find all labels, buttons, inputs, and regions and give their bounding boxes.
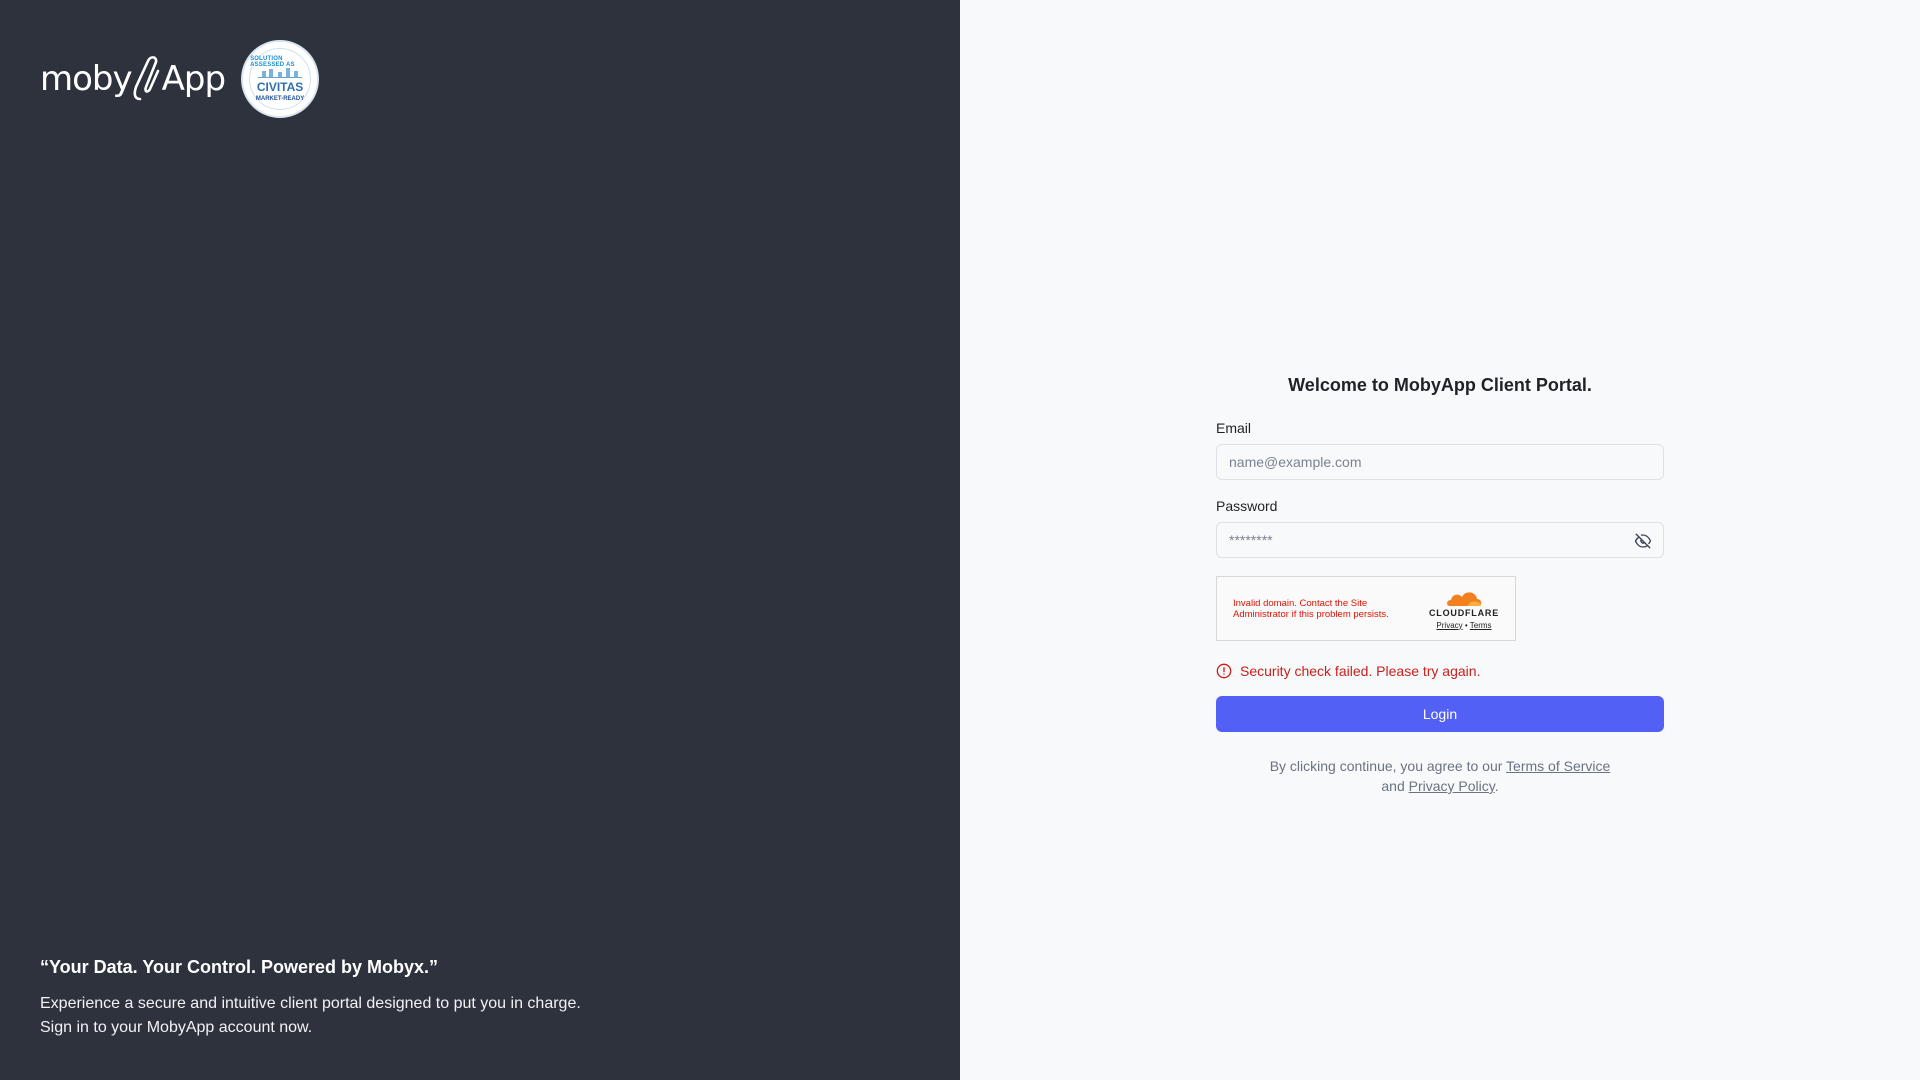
- login-button[interactable]: Login: [1216, 696, 1664, 732]
- page-title: Welcome to MobyApp Client Portal.: [1288, 375, 1592, 395]
- badge-top-text: SOLUTION ASSESSED AS: [250, 56, 295, 68]
- email-field-group: Email: [1216, 420, 1664, 480]
- email-input[interactable]: [1216, 444, 1664, 480]
- paperclip-logo-icon: [133, 56, 159, 101]
- mobyapp-logo: moby App: [40, 53, 226, 105]
- tagline-description-line2: Sign in to your MobyApp account now.: [40, 1019, 313, 1036]
- tagline-quote: “Your Data. Your Control. Powered by Mob…: [40, 957, 439, 977]
- cloudflare-branding: CLOUDFLARE Privacy • Terms: [1429, 588, 1499, 630]
- cloudflare-cloud-icon: [1447, 591, 1482, 606]
- cloudflare-wordmark: CLOUDFLARE: [1429, 607, 1499, 618]
- password-input[interactable]: [1216, 522, 1664, 558]
- cloudflare-captcha-widget[interactable]: Invalid domain. Contact the Site Adminis…: [1216, 576, 1516, 641]
- tagline-block: “Your Data. Your Control. Powered by Mob…: [40, 957, 581, 1040]
- legal-notice: By clicking continue, you agree to our T…: [1216, 756, 1664, 796]
- cloudflare-link-separator: •: [1464, 620, 1468, 630]
- tagline-description-line1: Experience a secure and intuitive client…: [40, 995, 581, 1012]
- cloudflare-links: Privacy • Terms: [1436, 621, 1491, 630]
- email-label: Email: [1216, 420, 1252, 436]
- cloudflare-privacy-link[interactable]: Privacy: [1436, 621, 1462, 630]
- terms-of-service-link[interactable]: Terms of Service: [1506, 758, 1610, 774]
- security-error-text: Security check failed. Please try again.: [1240, 663, 1481, 679]
- eye-off-icon[interactable]: [1634, 532, 1652, 550]
- badge-skyline-icon: [258, 68, 303, 78]
- cloudflare-terms-link[interactable]: Terms: [1470, 621, 1492, 630]
- password-label: Password: [1216, 498, 1278, 514]
- login-form: Welcome to MobyApp Client Portal. Email …: [1216, 375, 1664, 796]
- logo-text-moby: moby: [40, 59, 133, 99]
- captcha-error-message: Invalid domain. Contact the Site Adminis…: [1233, 597, 1389, 620]
- alert-circle-icon: [1216, 663, 1232, 679]
- password-field-group: Password: [1216, 498, 1664, 558]
- brand-panel: moby App SOLUTION ASSESSED AS CIVITAS MA…: [0, 0, 960, 1080]
- legal-prefix: By clicking continue, you agree to our: [1269, 758, 1503, 774]
- security-error: Security check failed. Please try again.: [1216, 663, 1664, 679]
- privacy-policy-link[interactable]: Privacy Policy: [1409, 778, 1495, 794]
- badge-bottom-text: MARKET-READY: [255, 96, 305, 102]
- login-panel: Welcome to MobyApp Client Portal. Email …: [960, 0, 1920, 1080]
- tagline-description: Experience a secure and intuitive client…: [40, 992, 581, 1040]
- legal-middle: and: [1381, 778, 1405, 794]
- brand-header: moby App SOLUTION ASSESSED AS CIVITAS MA…: [40, 40, 320, 118]
- civitas-badge: SOLUTION ASSESSED AS CIVITAS MARKET-READ…: [241, 40, 320, 118]
- logo-text-app: App: [161, 59, 226, 99]
- badge-middle-text: CIVITAS: [256, 80, 304, 94]
- legal-suffix: .: [1494, 778, 1499, 794]
